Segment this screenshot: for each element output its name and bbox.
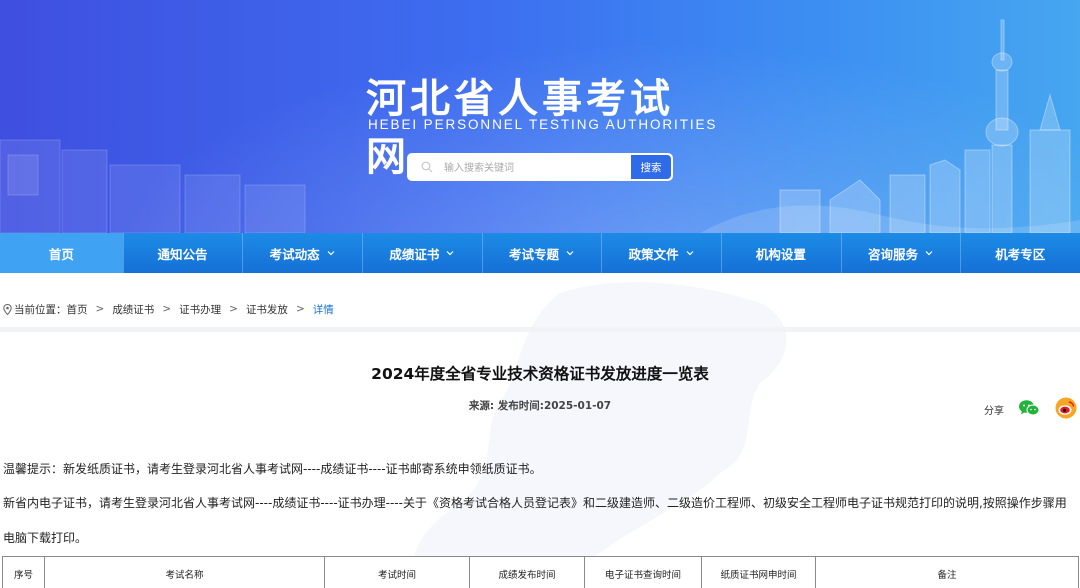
chevron-down-icon <box>686 251 694 256</box>
nav-item-exam-news[interactable]: 考试动态 <box>242 233 362 273</box>
col-header-exam-name: 考试名称 <box>44 556 325 588</box>
nav-item-home[interactable]: 首页 <box>0 233 123 273</box>
nav-item-scores-certificates[interactable]: 成绩证书 <box>362 233 482 273</box>
nav-item-consulting[interactable]: 咨询服务 <box>840 233 961 273</box>
main-nav: 首页 通知公告 考试动态 成绩证书 考试专题 政策文件 机构设置 咨询服务 机考… <box>0 233 1080 273</box>
table-header-row: 序号 考试名称 考试时间 成绩发布时间 电子证书查询时间 纸质证书网申时间 备注 <box>2 556 1079 588</box>
breadcrumb-separator: > <box>295 303 305 315</box>
site-subtitle: HEBEI PERSONNEL TESTING AUTHORITIES <box>368 117 718 132</box>
breadcrumb-scores-certificates[interactable]: 成绩证书 <box>112 302 154 317</box>
col-header-e-certificate-query-time: 电子证书查询时间 <box>584 556 702 588</box>
breadcrumb-home[interactable]: 首页 <box>67 302 88 317</box>
chevron-down-icon <box>327 251 335 256</box>
nav-item-policy-documents[interactable]: 政策文件 <box>601 233 721 273</box>
col-header-exam-time: 考试时间 <box>324 556 470 588</box>
breadcrumb-details: 详情 <box>312 303 334 316</box>
search-button[interactable]: 搜索 <box>630 154 672 180</box>
search-icon <box>421 161 433 173</box>
breadcrumb-certificate-processing[interactable]: 证书办理 <box>179 302 221 317</box>
col-header-paper-certificate-apply-time: 纸质证书网申时间 <box>701 556 816 588</box>
instruction-paragraph: 新省内电子证书，请考生登录河北省人事考试网----成绩证书----证书办理---… <box>3 496 1067 510</box>
instruction-paragraph-continued: 电脑下载打印。 <box>3 531 88 545</box>
certificate-progress-table: 序号 考试名称 考试时间 成绩发布时间 电子证书查询时间 纸质证书网申时间 备注 <box>2 556 1079 588</box>
article-meta: 来源: 发布时间:2025-01-07 <box>468 400 612 412</box>
breadcrumb-certificate-issuance[interactable]: 证书发放 <box>246 302 288 317</box>
section-divider <box>0 327 1080 332</box>
breadcrumb-prefix: 当前位置： <box>14 303 67 316</box>
search-box: 搜索 <box>407 153 673 181</box>
breadcrumb: 当前位置： 首页 > 成绩证书 > 证书办理 > 证书发放 > 详情 <box>3 301 334 317</box>
nav-item-organization[interactable]: 机构设置 <box>721 233 841 273</box>
nav-item-notices[interactable]: 通知公告 <box>122 233 243 273</box>
article-title: 2024年度全省专业技术资格证书发放进度一览表 <box>371 365 709 383</box>
col-header-score-release-time: 成绩发布时间 <box>469 556 585 588</box>
col-header-remarks: 备注 <box>815 556 1079 588</box>
header-banner: 河北省人事考试网 HEBEI PERSONNEL TESTING AUTHORI… <box>0 0 1080 233</box>
search-input[interactable] <box>444 158 624 178</box>
chevron-down-icon <box>925 251 933 256</box>
breadcrumb-separator: > <box>229 303 238 315</box>
weibo-icon[interactable] <box>1055 397 1077 419</box>
share-label: 分享 <box>984 405 1004 417</box>
chevron-down-icon <box>446 251 454 256</box>
location-pin-icon <box>3 303 12 315</box>
breadcrumb-separator: > <box>162 303 172 315</box>
nav-item-computer-exam[interactable]: 机考专区 <box>960 233 1080 273</box>
breadcrumb-separator: > <box>95 303 105 315</box>
col-header-index: 序号 <box>2 556 45 588</box>
chevron-down-icon <box>566 251 574 256</box>
notice-paragraph: 温馨提示：新发纸质证书，请考生登录河北省人事考试网----成绩证书----证书邮… <box>3 462 542 476</box>
nav-item-exam-topics[interactable]: 考试专题 <box>481 233 602 273</box>
wechat-icon[interactable] <box>1018 399 1040 417</box>
